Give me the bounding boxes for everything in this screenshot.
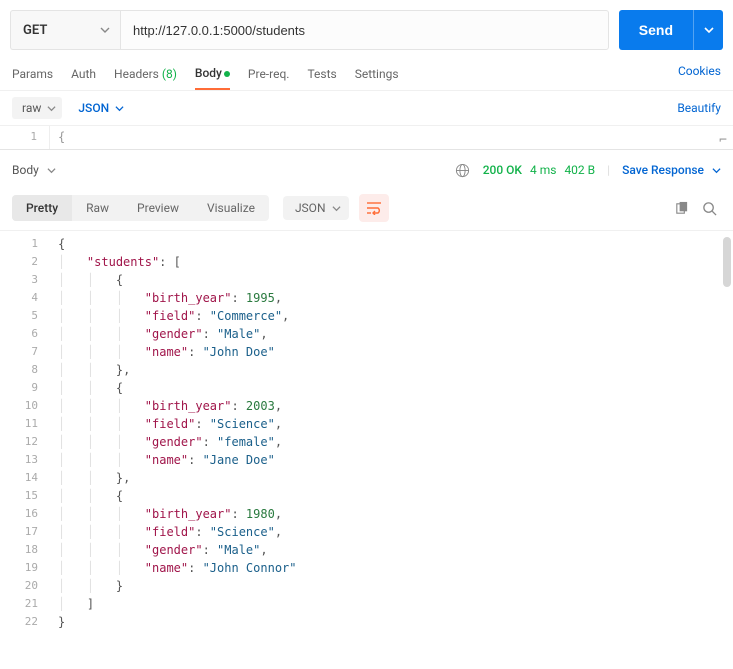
cookies-link[interactable]: Cookies <box>678 64 721 86</box>
code-line: │ │ │ "gender": "Male", <box>58 325 733 343</box>
code-line: │ │ }, <box>58 361 733 379</box>
code-line: │ │ │ "name": "Jane Doe" <box>58 451 733 469</box>
send-options-button[interactable] <box>693 10 723 50</box>
code-line: │ ] <box>58 595 733 613</box>
code-line: } <box>58 613 733 631</box>
response-size: 402 B <box>564 163 595 177</box>
code-line: │ │ │ "gender": "female", <box>58 433 733 451</box>
body-format-select[interactable]: JSON <box>72 97 130 119</box>
divider: | <box>603 163 614 177</box>
response-time: 4 ms <box>530 163 556 177</box>
view-visualize[interactable]: Visualize <box>193 195 269 221</box>
code-line: │ │ │ "gender": "Male", <box>58 541 733 559</box>
wrap-icon <box>366 201 382 215</box>
response-header: Body 200 OK 4 ms 402 B | Save Response <box>0 150 733 190</box>
body-mode-label: raw <box>22 101 41 115</box>
view-mode-segment: Pretty Raw Preview Visualize <box>12 195 269 221</box>
tab-tests[interactable]: Tests <box>307 61 336 89</box>
response-section-label[interactable]: Body <box>12 163 39 177</box>
code-line: │ │ │ "birth_year": 1995, <box>58 289 733 307</box>
code-line: │ │ │ "name": "John Connor" <box>58 559 733 577</box>
chevron-down-icon[interactable] <box>712 166 721 175</box>
send-button[interactable]: Send <box>619 10 693 50</box>
newline-marker-icon: ⌐ <box>719 130 727 152</box>
line-number-gutter: 12345678910111213141516171819202122 <box>0 231 50 635</box>
scrollbar-thumb[interactable] <box>723 237 731 287</box>
body-modified-dot <box>224 71 230 77</box>
network-icon[interactable] <box>451 158 475 182</box>
http-method-label: GET <box>23 23 47 38</box>
chevron-down-icon[interactable] <box>47 166 56 175</box>
tab-prereq[interactable]: Pre-req. <box>248 61 290 89</box>
request-bar: GET Send <box>0 0 733 54</box>
request-tabs: Params Auth Headers (8) Body Pre-req. Te… <box>0 54 733 91</box>
tab-headers[interactable]: Headers (8) <box>114 61 177 89</box>
tab-body[interactable]: Body <box>195 60 230 90</box>
tab-auth[interactable]: Auth <box>71 61 96 89</box>
code-line: │ │ { <box>58 379 733 397</box>
view-preview[interactable]: Preview <box>123 195 193 221</box>
code-line: │ "students": [ <box>58 253 733 271</box>
response-body-viewer[interactable]: 12345678910111213141516171819202122 {│ "… <box>0 231 733 635</box>
editor-line-1: { <box>58 130 65 144</box>
body-config-row: raw JSON Beautify <box>0 91 733 126</box>
code-line: │ │ } <box>58 577 733 595</box>
code-line: │ │ │ "name": "John Doe" <box>58 343 733 361</box>
tab-body-label: Body <box>195 66 222 80</box>
tab-headers-label: Headers <box>114 67 159 81</box>
response-format-label: JSON <box>295 201 326 215</box>
view-pretty[interactable]: Pretty <box>12 195 72 221</box>
chevron-down-icon <box>47 104 56 113</box>
editor-gutter: 1 <box>0 126 50 149</box>
body-mode-select[interactable]: raw <box>12 97 62 119</box>
code-line: │ │ │ "birth_year": 2003, <box>58 397 733 415</box>
code-line: │ │ { <box>58 271 733 289</box>
tab-params[interactable]: Params <box>12 61 53 89</box>
view-raw[interactable]: Raw <box>72 195 123 221</box>
copy-icon[interactable] <box>669 196 693 220</box>
beautify-link[interactable]: Beautify <box>677 101 721 115</box>
chevron-down-icon <box>704 25 714 35</box>
request-body-editor[interactable]: 1 { ⌐ <box>0 126 733 150</box>
code-line: │ │ │ "field": "Commerce", <box>58 307 733 325</box>
save-response-button[interactable]: Save Response <box>622 163 704 177</box>
code-line: │ │ { <box>58 487 733 505</box>
body-format-label: JSON <box>78 101 109 115</box>
status-code: 200 OK <box>483 163 522 177</box>
code-body[interactable]: {│ "students": [│ │ {│ │ │ "birth_year":… <box>50 231 733 635</box>
code-line: { <box>58 235 733 253</box>
search-icon[interactable] <box>697 196 721 220</box>
chevron-down-icon <box>100 25 110 35</box>
headers-count: (8) <box>162 67 177 81</box>
url-input[interactable] <box>120 10 609 50</box>
chevron-down-icon <box>115 104 124 113</box>
code-line: │ │ │ "field": "Science", <box>58 523 733 541</box>
code-line: │ │ }, <box>58 469 733 487</box>
editor-content[interactable]: { ⌐ <box>50 126 733 149</box>
code-line: │ │ │ "birth_year": 1980, <box>58 505 733 523</box>
response-view-tabs: Pretty Raw Preview Visualize JSON <box>0 190 733 231</box>
tab-settings[interactable]: Settings <box>355 61 399 89</box>
code-line: │ │ │ "field": "Science", <box>58 415 733 433</box>
wrap-lines-toggle[interactable] <box>359 194 389 222</box>
http-method-select[interactable]: GET <box>10 10 120 50</box>
chevron-down-icon <box>332 204 341 213</box>
response-format-select[interactable]: JSON <box>283 196 349 220</box>
